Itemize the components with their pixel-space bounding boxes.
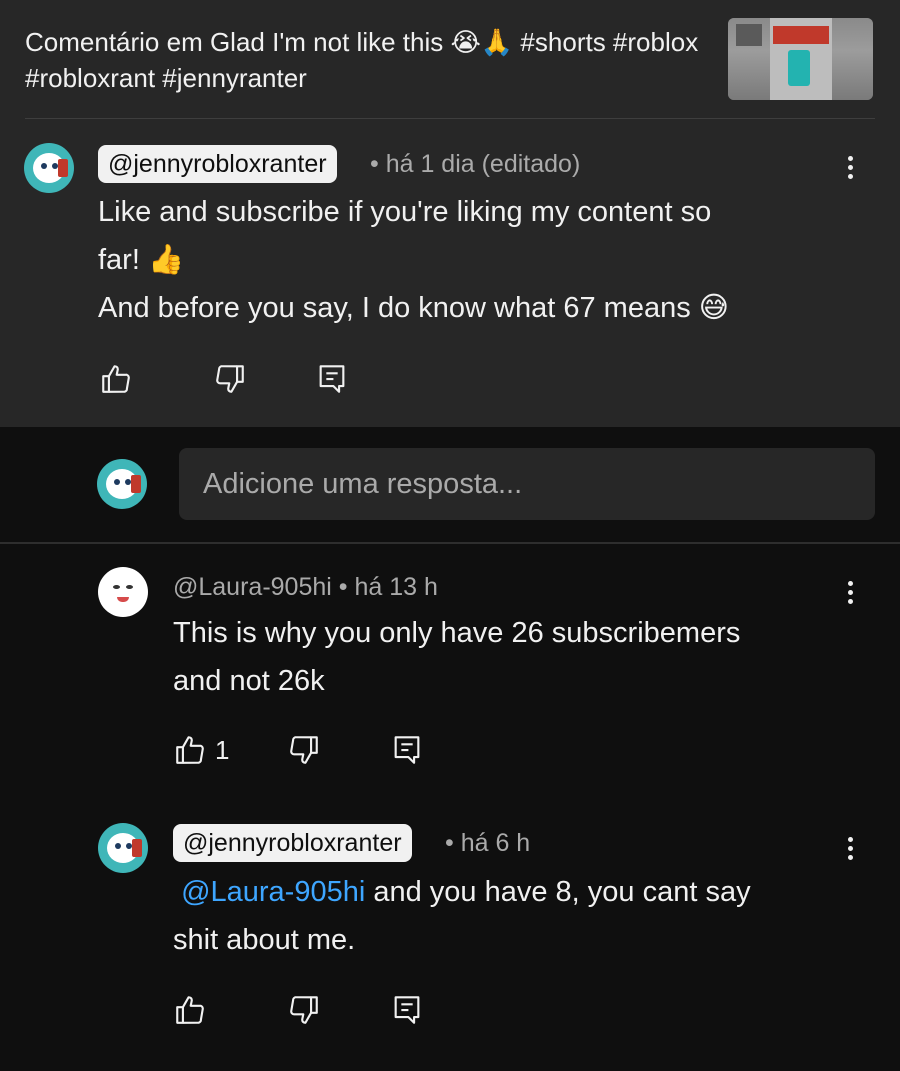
divider xyxy=(25,118,875,119)
user-mention-link[interactable]: @Laura-905hi xyxy=(181,876,365,908)
more-vertical-icon[interactable] xyxy=(840,150,860,186)
thumbs-down-icon[interactable] xyxy=(213,362,247,396)
video-title[interactable]: Comentário em Glad I'm not like this 😭🙏 … xyxy=(25,24,705,96)
reply-author-chip[interactable]: @jennyrobloxranter xyxy=(173,824,412,862)
comment-body: Like and subscribe if you're liking my c… xyxy=(98,188,858,332)
reply-input-box[interactable] xyxy=(179,448,875,520)
reply-author-name[interactable]: @Laura-905hi xyxy=(173,573,332,601)
reply-line: This is why you only have 26 subscribeme… xyxy=(173,617,741,649)
comment-line: Like and subscribe if you're liking my c… xyxy=(98,196,712,228)
reply-body: This is why you only have 26 subscribeme… xyxy=(173,609,863,705)
reply-author[interactable]: @Laura-905hi • há 13 h xyxy=(173,568,438,606)
thumbs-up-icon[interactable] xyxy=(99,362,133,396)
comment-reply-icon[interactable] xyxy=(390,993,424,1027)
avatar[interactable] xyxy=(98,823,148,873)
comment-line: And before you say, I do know what 67 me… xyxy=(98,292,729,324)
more-vertical-icon[interactable] xyxy=(840,831,860,867)
original-comment-section: Comentário em Glad I'm not like this 😭🙏 … xyxy=(0,0,900,427)
thumbs-up-icon[interactable] xyxy=(173,993,207,1027)
reply-text: and you have 8, you cant say xyxy=(365,876,751,908)
reply-timestamp: • há 6 h xyxy=(445,829,531,857)
reply-line: @Laura-905hi and you have 8, you cant sa… xyxy=(173,868,863,916)
avatar xyxy=(97,459,147,509)
comment-reply-icon[interactable] xyxy=(315,362,349,396)
comment-author-chip[interactable]: @jennyrobloxranter xyxy=(98,145,337,183)
like-count: 1 xyxy=(215,735,230,765)
reply-line: and not 26k xyxy=(173,665,325,697)
reply-input[interactable] xyxy=(179,448,875,520)
thumbs-down-icon[interactable] xyxy=(287,733,321,767)
comment-line: far! 👍 xyxy=(98,244,185,276)
divider xyxy=(0,542,900,544)
reply-timestamp: • há 13 h xyxy=(338,573,438,601)
comment-reply-icon[interactable] xyxy=(390,733,424,767)
reply-line: shit about me. xyxy=(173,924,356,956)
video-thumbnail[interactable] xyxy=(728,18,873,100)
avatar[interactable] xyxy=(24,143,74,193)
reply-body: @Laura-905hi and you have 8, you cant sa… xyxy=(173,868,863,964)
more-vertical-icon[interactable] xyxy=(840,575,860,611)
comment-timestamp: • há 1 dia (editado) xyxy=(370,150,581,178)
avatar[interactable] xyxy=(98,567,148,617)
thumbs-up-icon[interactable] xyxy=(173,733,207,767)
thumbs-down-icon[interactable] xyxy=(287,993,321,1027)
